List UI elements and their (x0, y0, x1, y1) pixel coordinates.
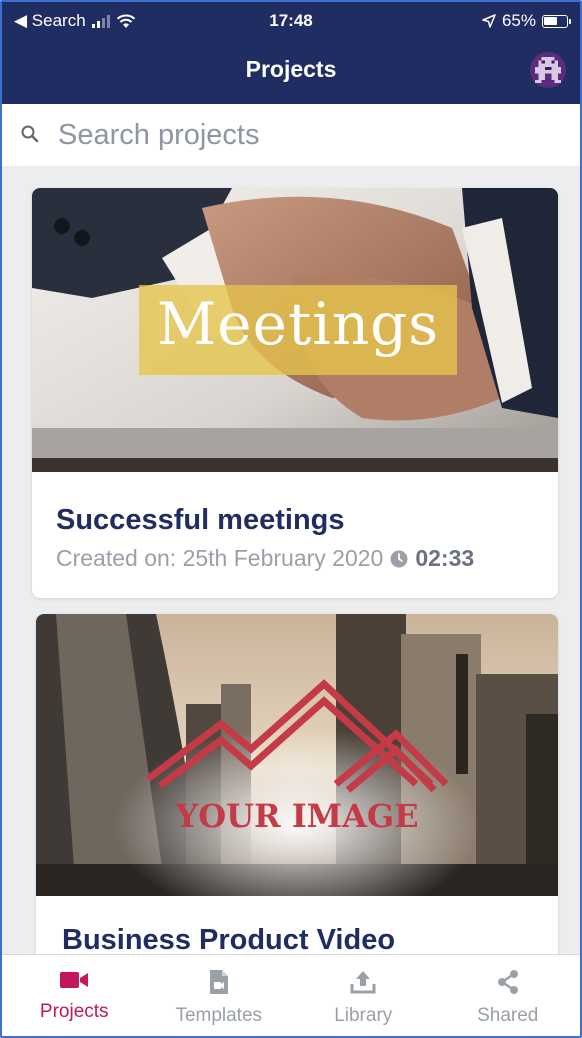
project-thumbnail[interactable]: Meetings (32, 188, 558, 472)
project-card[interactable]: YOUR IMAGE Business Product Video (36, 614, 558, 974)
avatar[interactable] (530, 52, 566, 88)
template-file-icon (209, 970, 228, 994)
tab-projects[interactable]: Projects (2, 955, 147, 1036)
status-right: 65% (482, 11, 571, 31)
upload-icon (350, 971, 376, 994)
created-date: Created on: 25th February 2020 (56, 545, 384, 571)
location-arrow-icon (482, 14, 496, 28)
clock-icon (390, 550, 408, 567)
battery-percent: 65% (501, 11, 536, 30)
city-skyline-image (36, 614, 558, 896)
battery-icon (542, 14, 571, 28)
thumbnail-caption: YOUR IMAGE (175, 797, 419, 835)
duration: 02:33 (415, 545, 475, 571)
tab-shared[interactable]: Shared (436, 955, 581, 1036)
tab-label: Library (334, 1005, 393, 1026)
tab-bar: Projects Templates Library Shared (2, 954, 580, 1036)
video-camera-icon (60, 972, 89, 988)
search-input[interactable] (58, 114, 558, 156)
tab-label: Templates (175, 1005, 263, 1026)
tab-label: Projects (39, 1001, 109, 1022)
page-title: Projects (245, 56, 337, 82)
project-meta: Created on: 25th February 2020 02:33 (56, 545, 474, 572)
tab-library[interactable]: Library (291, 955, 436, 1036)
project-card[interactable]: Meetings Successful meetings Created on:… (32, 188, 558, 598)
tab-templates[interactable]: Templates (147, 955, 292, 1036)
tab-label: Shared (477, 1005, 539, 1026)
top-bar: ◀ Search 17:48 65% Projects (2, 2, 580, 104)
share-icon (497, 970, 518, 994)
project-title[interactable]: Business Product Video (62, 924, 395, 957)
project-thumbnail[interactable]: YOUR IMAGE (36, 614, 558, 896)
pixel-avatar-icon (535, 57, 561, 83)
search-icon (21, 125, 39, 143)
thumbnail-caption: Meetings (156, 290, 440, 358)
project-title[interactable]: Successful meetings (56, 504, 345, 537)
app-frame: ◀ Search 17:48 65% Projects Search proje… (0, 0, 582, 1038)
search-bar (2, 104, 580, 166)
status-bar: ◀ Search 17:48 65% (2, 2, 580, 42)
